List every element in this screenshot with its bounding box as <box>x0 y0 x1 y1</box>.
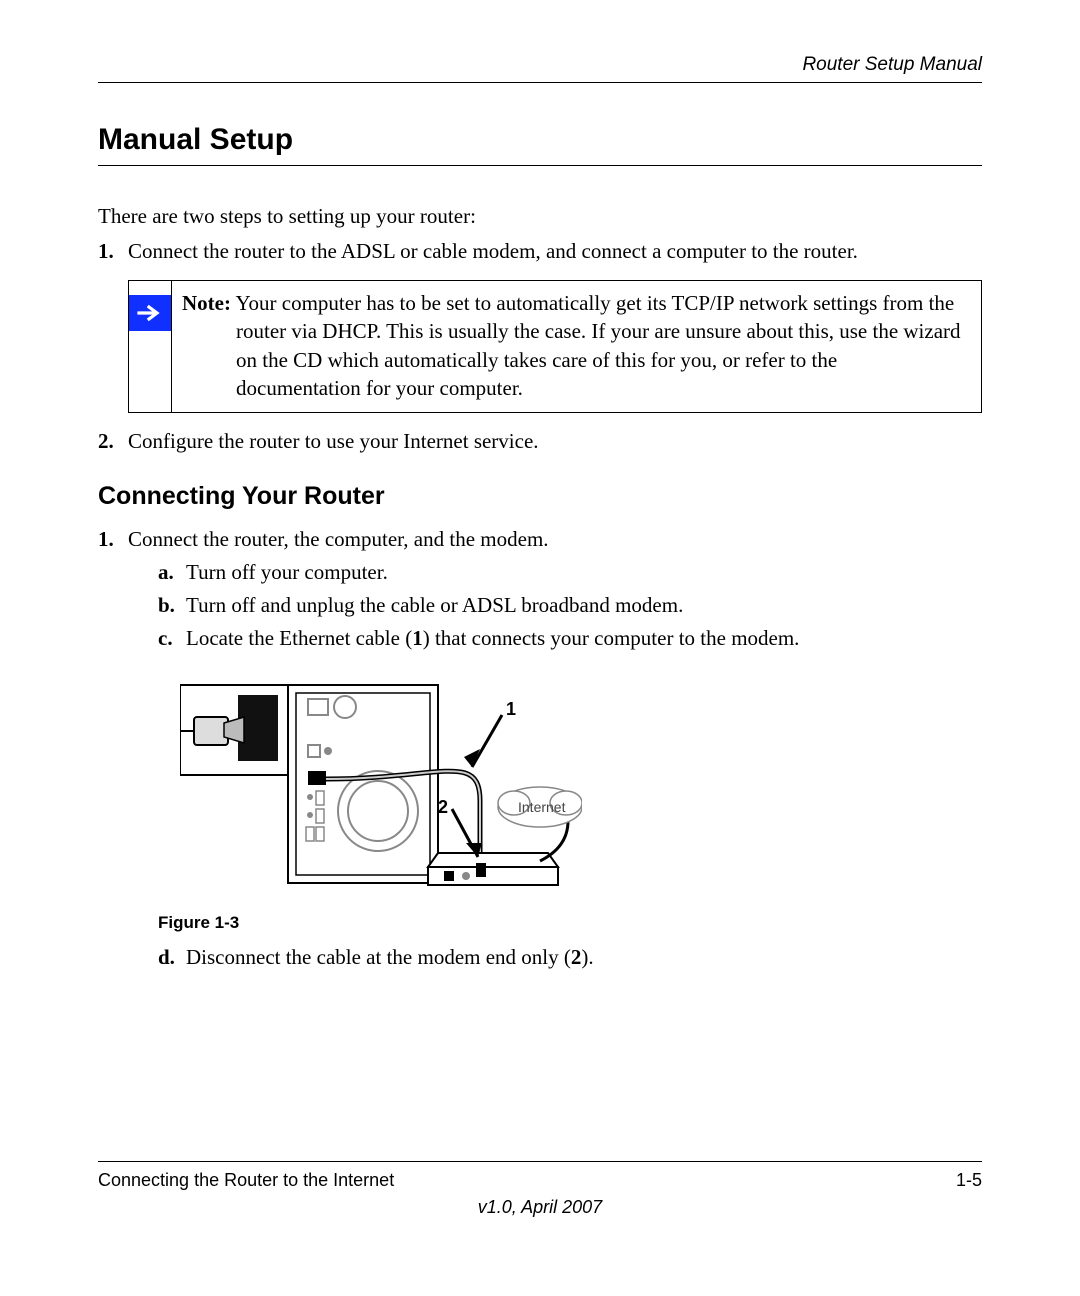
substep-d-marker: d. <box>158 945 175 970</box>
figure-caption: Figure 1-3 <box>158 913 982 933</box>
step-2-text: Configure the router to use your Interne… <box>128 429 539 453</box>
substeps-list: a. Turn off your computer. b. Turn off a… <box>128 560 982 651</box>
step-1-text: Connect the router to the ADSL or cable … <box>128 239 858 263</box>
figure-label-1: 1 <box>506 699 516 720</box>
main-steps-list: 1. Connect the router to the ADSL or cab… <box>98 239 982 264</box>
figure-1-3-wrap: 1 2 Internet <box>158 681 982 901</box>
substep-c-pre: Locate the Ethernet cable ( <box>186 626 412 650</box>
substep-b-marker: b. <box>158 593 175 618</box>
note-box: Note: Your computer has to be set to aut… <box>128 280 982 413</box>
intro-paragraph: There are two steps to setting up your r… <box>98 204 982 229</box>
substep-c-post: ) that connects your computer to the mod… <box>423 626 800 650</box>
substep-c-text: Locate the Ethernet cable (1) that conne… <box>186 626 799 650</box>
figure-internet-label: Internet <box>518 799 565 815</box>
figure-label-2: 2 <box>438 797 448 818</box>
step-1-marker: 1. <box>98 239 114 264</box>
connect-step-1: 1. Connect the router, the computer, and… <box>98 527 982 970</box>
connect-steps-list: 1. Connect the router, the computer, and… <box>98 527 982 970</box>
substep-b: b. Turn off and unplug the cable or ADSL… <box>158 593 982 618</box>
substep-a-text: Turn off your computer. <box>186 560 388 584</box>
substep-d-bold: 2 <box>571 945 582 969</box>
footer-version: v1.0, April 2007 <box>98 1197 982 1218</box>
arrow-right-icon <box>129 295 171 331</box>
substep-c-bold: 1 <box>412 626 423 650</box>
main-steps-list-continued: 2. Configure the router to use your Inte… <box>98 429 982 454</box>
substep-b-text: Turn off and unplug the cable or ADSL br… <box>186 593 683 617</box>
connect-step-1-marker: 1. <box>98 527 114 552</box>
substep-a: a. Turn off your computer. <box>158 560 982 585</box>
footer-page-number: 1-5 <box>956 1170 982 1191</box>
substep-c: c. Locate the Ethernet cable (1) that co… <box>158 626 982 651</box>
note-icon-cell <box>129 281 172 412</box>
running-header: Router Setup Manual <box>98 54 982 83</box>
step-2: 2. Configure the router to use your Inte… <box>98 429 982 454</box>
step-1: 1. Connect the router to the ADSL or cab… <box>98 239 982 264</box>
figure-1-3: 1 2 Internet <box>180 681 582 901</box>
substeps-list-continued: d. Disconnect the cable at the modem end… <box>128 945 982 970</box>
footer-chapter: Connecting the Router to the Internet <box>98 1170 394 1191</box>
note-body: Your computer has to be set to automatic… <box>231 291 961 400</box>
substep-a-marker: a. <box>158 560 174 585</box>
note-label: Note: <box>182 291 231 315</box>
substep-d-text: Disconnect the cable at the modem end on… <box>186 945 594 969</box>
note-text: Note: Your computer has to be set to aut… <box>172 281 981 412</box>
subsection-heading: Connecting Your Router <box>98 482 982 511</box>
substep-d-pre: Disconnect the cable at the modem end on… <box>186 945 571 969</box>
step-2-marker: 2. <box>98 429 114 454</box>
connect-step-1-text: Connect the router, the computer, and th… <box>128 527 549 551</box>
substep-c-marker: c. <box>158 626 173 651</box>
substep-d-post: ). <box>581 945 593 969</box>
page-footer: Connecting the Router to the Internet 1-… <box>98 1161 982 1218</box>
substep-d: d. Disconnect the cable at the modem end… <box>158 945 982 970</box>
section-heading: Manual Setup <box>98 123 982 166</box>
